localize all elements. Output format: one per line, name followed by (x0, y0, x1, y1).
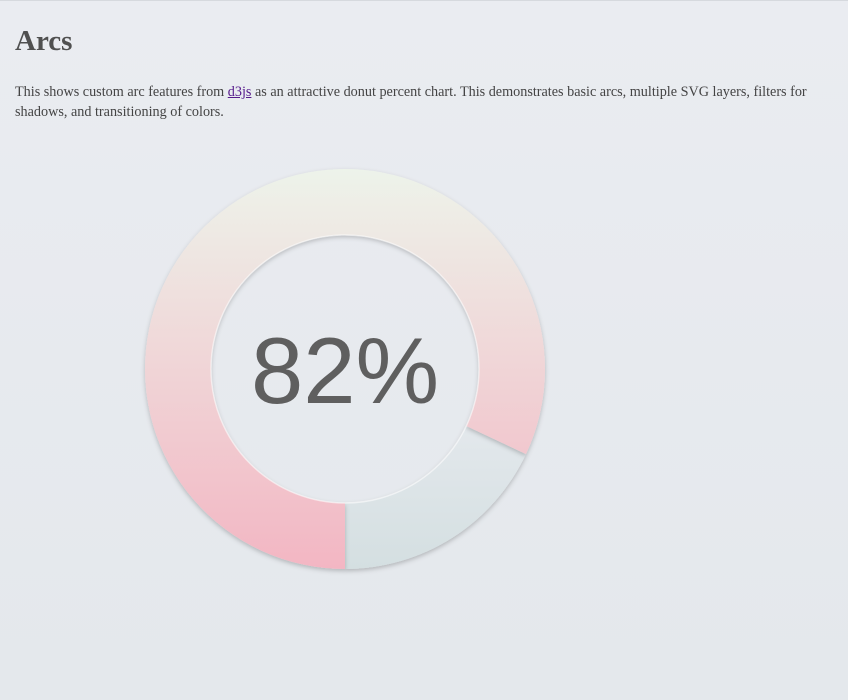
d3js-link[interactable]: d3js (228, 84, 252, 100)
intro-paragraph: This shows custom arc features from d3js… (15, 82, 835, 122)
percent-label: 82% (251, 318, 439, 423)
intro-text-before: This shows custom arc features from (15, 84, 228, 100)
donut-remainder-arc (345, 426, 526, 569)
page-title: Arcs (15, 25, 73, 57)
donut-chart-svg: 82% (145, 169, 545, 569)
donut-chart: 82% (125, 149, 565, 589)
